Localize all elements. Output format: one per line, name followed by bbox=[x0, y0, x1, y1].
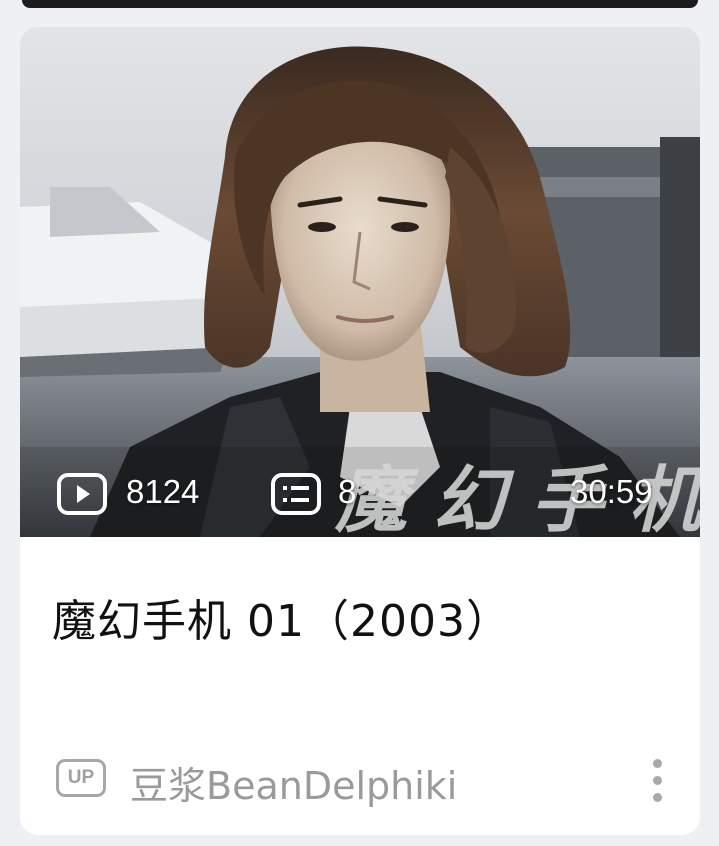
card-footer: UP 豆浆BeanDelphiki bbox=[56, 755, 668, 810]
video-duration: 30:59 bbox=[570, 473, 653, 510]
video-title[interactable]: 魔幻手机 01（2003） bbox=[52, 585, 511, 649]
video-card[interactable]: 魔幻手机 8124 8 30:59 魔幻手机 01（2003） UP 豆浆Bea… bbox=[20, 27, 700, 835]
thumbnail-image: 魔幻手机 bbox=[20, 27, 700, 537]
play-count: 8124 bbox=[126, 473, 200, 510]
play-count-icon bbox=[57, 473, 107, 515]
video-stats-bar: 8124 8 30:59 bbox=[20, 467, 700, 527]
author-name[interactable]: 豆浆BeanDelphiki bbox=[130, 755, 457, 810]
video-thumbnail[interactable]: 魔幻手机 8124 8 30:59 bbox=[20, 27, 700, 537]
up-badge-icon: UP bbox=[56, 759, 106, 797]
comment-list-icon bbox=[271, 473, 321, 515]
more-vertical-icon[interactable] bbox=[648, 759, 668, 803]
previous-card-edge bbox=[22, 0, 698, 8]
comment-count: 8 bbox=[338, 473, 357, 510]
